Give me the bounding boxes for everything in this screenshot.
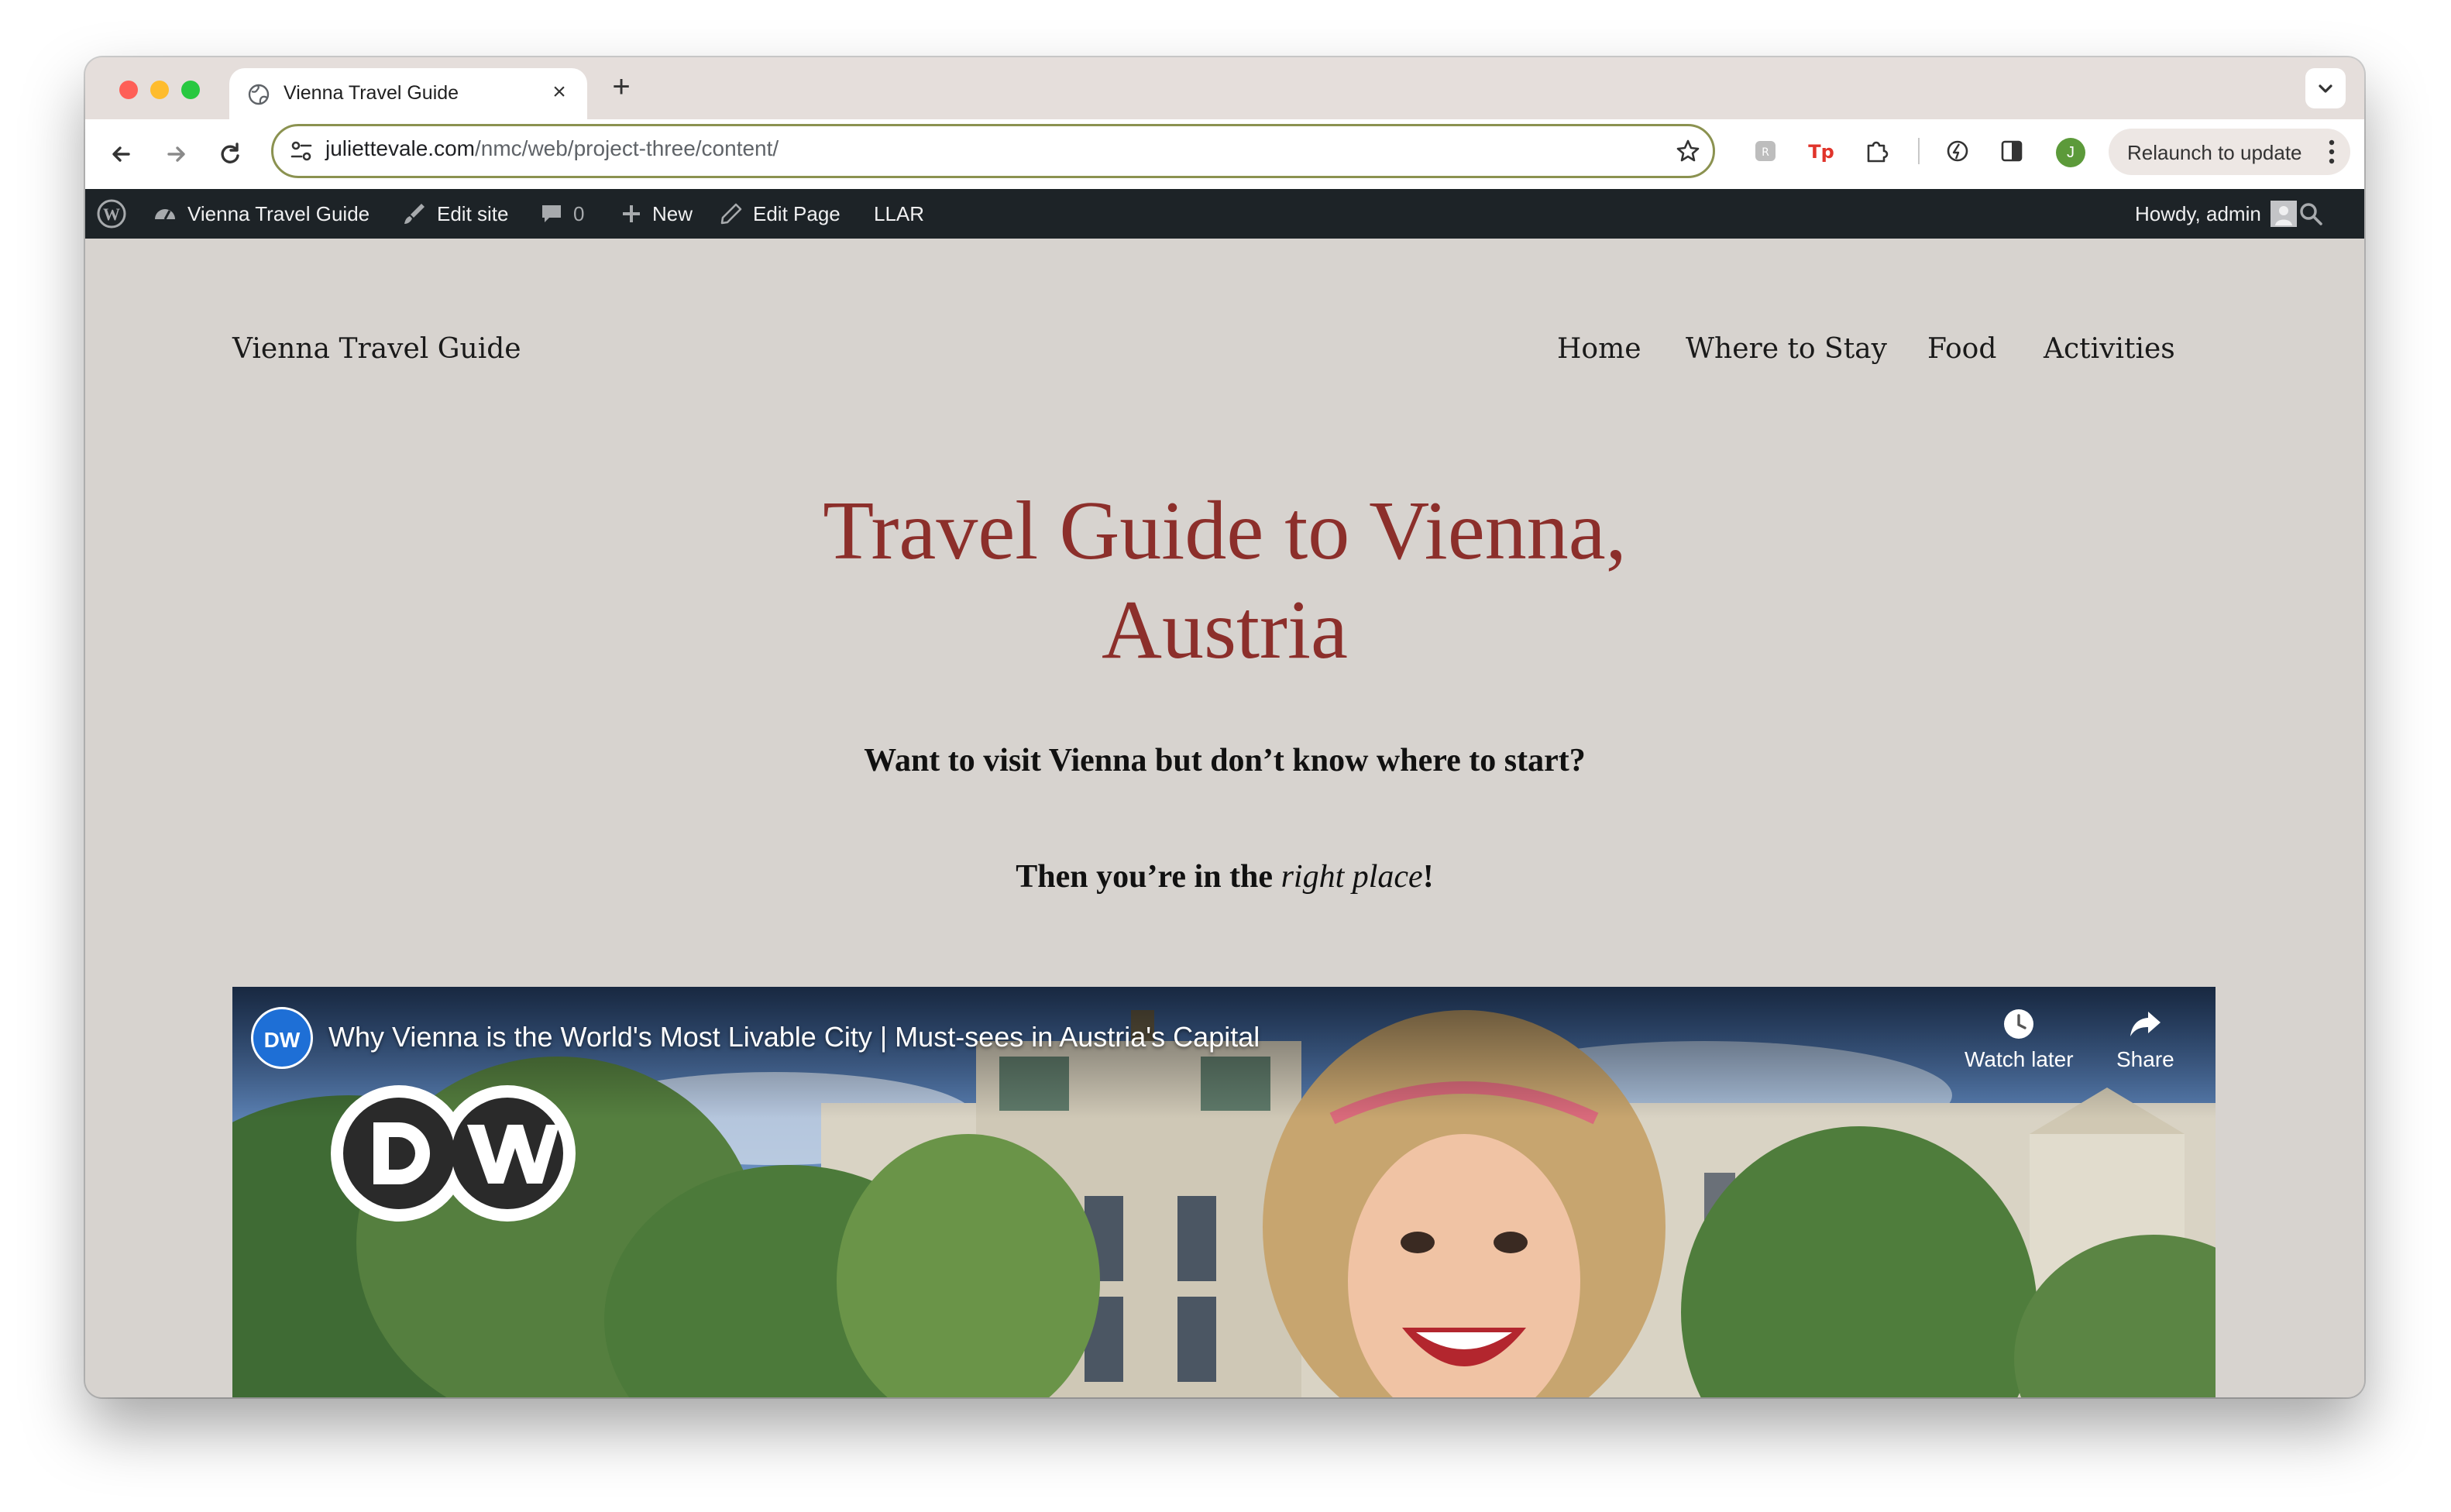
intro-answer: Then you’re in the right place!	[85, 858, 2364, 895]
nav-home[interactable]: Home	[1557, 333, 1641, 365]
back-arrow-icon[interactable]	[105, 138, 138, 170]
admin-comments[interactable]: 0	[539, 189, 584, 239]
admin-account[interactable]: Howdy, admin	[2135, 189, 2297, 239]
admin-new-label: New	[652, 201, 693, 225]
svg-text:Tp: Tp	[1808, 141, 1834, 163]
nav-where-to-stay[interactable]: Where to Stay	[1686, 333, 1887, 365]
side-panel-icon[interactable]	[1999, 138, 2025, 164]
page-title: Travel Guide to Vienna, Austria	[85, 482, 2364, 680]
dw-logo-icon	[331, 1085, 576, 1222]
url-host: juliettevale.com	[325, 136, 475, 160]
tab-close-icon[interactable]: ×	[545, 79, 573, 105]
admin-edit-site-label: Edit site	[437, 201, 509, 225]
url-text[interactable]: juliettevale.com/nmc/web/project-three/c…	[325, 136, 779, 161]
user-avatar-icon	[2270, 201, 2297, 227]
share-arrow-icon	[2130, 1012, 2161, 1036]
share-label: Share	[2116, 1047, 2174, 1071]
intro-answer-emphasis: right place	[1281, 859, 1423, 895]
close-window-button[interactable]	[119, 81, 138, 99]
admin-edit-page[interactable]: Edit Page	[719, 189, 840, 239]
url-path: /nmc/web/project-three/content/	[474, 136, 779, 160]
browser-window: Vienna Travel Guide × + juliettevale.com…	[85, 57, 2364, 1397]
forward-arrow-icon[interactable]	[160, 138, 192, 170]
admin-search[interactable]	[2298, 189, 2324, 239]
brush-icon	[404, 204, 425, 224]
more-vert-icon	[2329, 139, 2335, 164]
watch-later-button[interactable]: Watch later	[1965, 1007, 2074, 1072]
clock-icon	[2004, 1009, 2034, 1039]
maximize-window-button[interactable]	[181, 81, 200, 99]
reload-icon[interactable]	[214, 138, 246, 170]
dashboard-icon	[155, 209, 175, 220]
intro-answer-end: !	[1422, 859, 1434, 895]
chevron-down-icon	[2319, 84, 2332, 93]
extension-grey-icon[interactable]: R	[1752, 138, 1779, 164]
page-title-line1: Travel Guide to Vienna,	[823, 485, 1627, 577]
profile-avatar[interactable]: J	[2056, 138, 2085, 167]
svg-text:R: R	[1762, 146, 1769, 159]
admin-edit-page-label: Edit Page	[753, 201, 840, 225]
admin-site-name[interactable]: Vienna Travel Guide	[152, 189, 370, 239]
search-icon	[2300, 203, 2322, 225]
extensions-puzzle-icon[interactable]	[1864, 138, 1890, 164]
admin-new[interactable]: New	[620, 189, 693, 239]
comment-bubble-icon	[542, 205, 561, 222]
share-button[interactable]: Share	[2116, 1007, 2174, 1072]
new-tab-button[interactable]: +	[604, 70, 638, 105]
nav-activities[interactable]: Activities	[2044, 333, 2175, 365]
tab-title: Vienna Travel Guide	[284, 82, 459, 104]
wordpress-icon: W	[97, 199, 126, 229]
intro-question: Want to visit Vienna but don’t know wher…	[864, 743, 1586, 778]
site-settings-icon[interactable]	[288, 138, 315, 164]
globe-icon	[248, 84, 270, 105]
admin-comments-count: 0	[573, 201, 585, 225]
wp-admin-bar: W Vienna Travel Guide Edit site 0 New Ed…	[85, 189, 2364, 239]
toolbar-divider	[1918, 138, 1920, 164]
plus-icon	[623, 205, 640, 222]
admin-edit-site[interactable]: Edit site	[401, 189, 509, 239]
relaunch-button[interactable]: Relaunch to update	[2109, 129, 2350, 175]
channel-avatar[interactable]: DW	[251, 1007, 313, 1069]
youtube-embed[interactable]: DW Why Vienna is the World's Most Livabl…	[232, 987, 2216, 1397]
browser-tab[interactable]: Vienna Travel Guide ×	[229, 68, 587, 119]
svg-text:W: W	[103, 204, 120, 224]
site-page: Vienna Travel Guide Home Where to Stay F…	[85, 239, 2364, 1397]
wordpress-logo-icon[interactable]: W	[96, 189, 127, 239]
video-title[interactable]: Why Vienna is the World's Most Livable C…	[328, 1021, 1260, 1053]
bookmark-star-icon[interactable]	[1675, 138, 1701, 164]
admin-llar[interactable]: LLAR	[874, 189, 924, 239]
site-title-link[interactable]: Vienna Travel Guide	[232, 333, 521, 365]
intro-answer-start: Then you’re in the	[1016, 859, 1281, 895]
admin-llar-label: LLAR	[874, 201, 925, 225]
relaunch-label: Relaunch to update	[2127, 141, 2302, 164]
page-title-line2: Austria	[1102, 584, 1348, 676]
minimize-window-button[interactable]	[150, 81, 169, 99]
admin-site-name-label: Vienna Travel Guide	[187, 201, 370, 225]
tab-strip: Vienna Travel Guide × +	[85, 57, 2364, 119]
watch-later-label: Watch later	[1965, 1047, 2074, 1071]
pencil-icon	[720, 203, 742, 225]
performance-icon[interactable]	[1944, 138, 1971, 164]
tab-search-button[interactable]	[2305, 68, 2346, 108]
extension-tp-icon[interactable]: Tp	[1808, 138, 1834, 164]
nav-food[interactable]: Food	[1927, 333, 1996, 365]
admin-howdy-label: Howdy, admin	[2135, 201, 2261, 225]
